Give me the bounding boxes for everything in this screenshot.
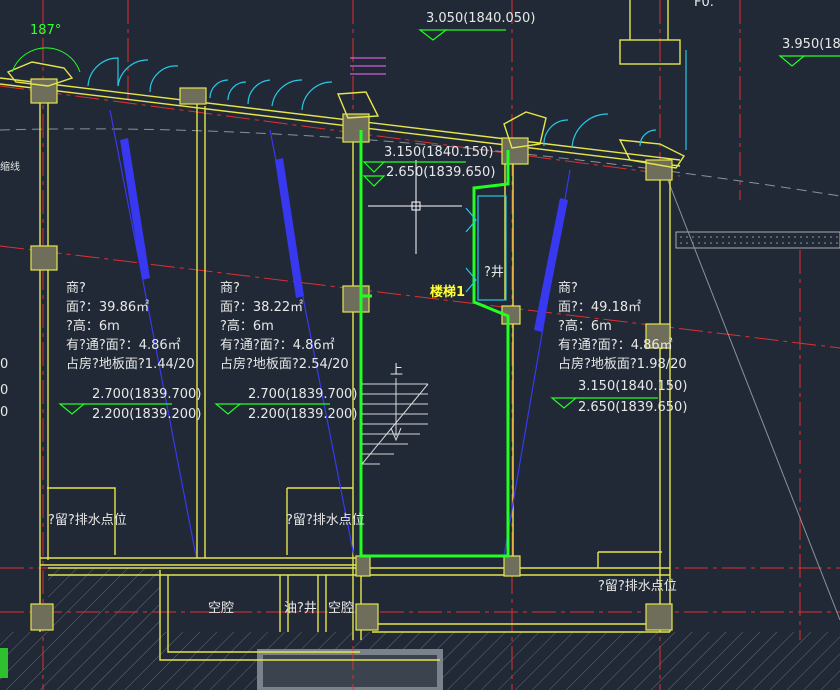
svg-text:面?：39.86㎡: 面?：39.86㎡ [66,300,149,315]
svg-text:有?通?面?：4.86㎡: 有?通?面?：4.86㎡ [66,338,181,353]
svg-text:2.700(1839.700): 2.700(1839.700) [92,387,201,402]
shaft-label-bottom: 油?井 [284,601,317,616]
svg-text:?留?排水点位: ?留?排水点位 [48,513,127,528]
svg-text:?高：6m: ?高：6m [558,318,612,334]
top-right-fragment: F0. [694,0,714,10]
stair-label: 楼梯1 [430,284,465,300]
edge-fragment: 0 [0,405,8,420]
svg-text:?留?排水点位: ?留?排水点位 [598,579,677,594]
svg-text:占房?地板面?1.44/20: 占房?地板面?1.44/20 [66,356,195,372]
stair-up-label: 上 [390,363,403,378]
svg-text:?高：6m: ?高：6m [220,318,274,334]
svg-text:2.700(1839.700): 2.700(1839.700) [248,387,357,402]
top-level-2: 3.950(1840 [782,37,840,52]
window-frames [6,61,686,169]
svg-text:商?: 商? [66,281,86,296]
svg-text:2.200(1839.200): 2.200(1839.200) [248,407,357,422]
cad-drawing-canvas[interactable]: 187° 3.050(1840.050) 3.950(1840 F0. 缩线 商… [0,0,840,690]
edge-fragment: 0 [0,383,8,398]
stair-level-bot: 2.650(1839.650) [386,165,495,180]
svg-text:有?通?面?：4.86㎡: 有?通?面?：4.86㎡ [558,338,673,353]
svg-text:?留?排水点位: ?留?排水点位 [286,513,365,528]
shaft-label: ?井 [484,265,504,280]
svg-text:商?: 商? [220,281,240,296]
svg-text:面?：38.22㎡: 面?：38.22㎡ [220,300,303,315]
svg-text:3.150(1840.150): 3.150(1840.150) [578,379,687,394]
stair-steps [361,378,429,465]
blue-links [109,109,571,557]
edge-fragment: 0 [0,357,8,372]
angle-arc [11,47,81,73]
svg-text:2.650(1839.650): 2.650(1839.650) [578,400,687,415]
svg-text:有?通?面?：4.86㎡: 有?通?面?：4.86㎡ [220,338,335,353]
stair-outline [359,130,510,558]
angle-label: 187° [30,23,61,38]
svg-text:2.200(1839.200): 2.200(1839.200) [92,407,201,422]
shaft-frame [465,195,507,301]
svg-text:占房?地板面?2.54/20: 占房?地板面?2.54/20 [220,356,349,372]
cavity-label-1: 空腔 [208,601,234,616]
line-label: 缩线 [0,160,20,173]
svg-text:面?：49.18㎡: 面?：49.18㎡ [558,300,641,315]
stair-level-top: 3.150(1840.150) [384,145,493,160]
cavity-label-2: 空腔 [328,601,354,616]
svg-text:商?: 商? [558,281,578,296]
svg-text:占房?地板面?1.98/20: 占房?地板面?1.98/20 [558,356,687,372]
magenta-marks [350,57,386,75]
top-level-1: 3.050(1840.050) [426,11,535,26]
svg-text:?高：6m: ?高：6m [66,318,120,334]
